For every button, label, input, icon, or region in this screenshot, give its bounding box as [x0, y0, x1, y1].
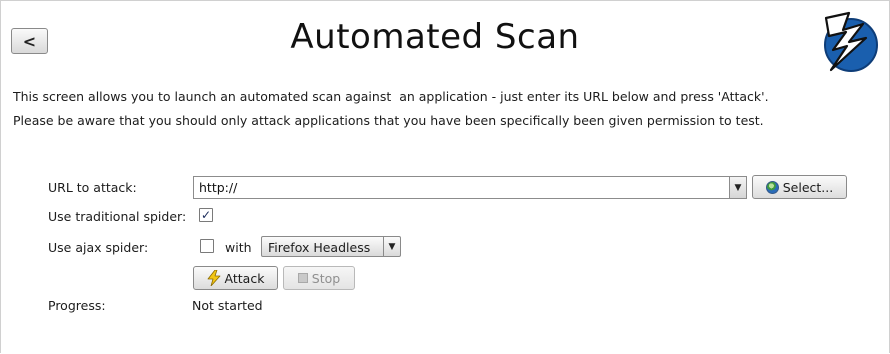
description-line-1: This screen allows you to launch an auto… [13, 89, 769, 104]
page-title: Automated Scan [290, 17, 580, 57]
with-label: with [225, 240, 252, 255]
browser-select[interactable]: Firefox Headless ▼ [261, 236, 401, 257]
ajax-spider-label: Use ajax spider: [48, 240, 149, 255]
scan-panel: < Automated Scan This screen allows you … [0, 0, 890, 353]
globe-icon [765, 180, 779, 194]
progress-label: Progress: [48, 298, 106, 313]
attack-button[interactable]: Attack [193, 266, 278, 290]
url-dropdown-arrow-icon[interactable]: ▼ [729, 177, 746, 198]
attack-button-label: Attack [224, 270, 265, 286]
url-input[interactable] [194, 177, 730, 198]
traditional-spider-checkbox[interactable]: ✓ [199, 208, 213, 222]
ajax-spider-checkbox[interactable] [200, 239, 214, 253]
stop-icon [297, 273, 308, 283]
progress-value: Not started [192, 298, 263, 313]
url-combo[interactable]: ▼ [193, 176, 747, 199]
url-label: URL to attack: [48, 180, 137, 195]
zap-logo-icon [824, 11, 878, 72]
traditional-spider-label: Use traditional spider: [48, 209, 187, 224]
chevron-down-icon: ▼ [383, 237, 400, 256]
check-mark-icon: ✓ [200, 208, 212, 222]
select-button[interactable]: Select... [752, 175, 847, 199]
stop-button-label: Stop [311, 270, 341, 286]
browser-select-value: Firefox Headless [268, 240, 371, 255]
description-line-2: Please be aware that you should only att… [13, 113, 764, 128]
lightning-icon [207, 270, 220, 286]
select-button-label: Select... [782, 179, 834, 195]
stop-button[interactable]: Stop [283, 266, 355, 290]
